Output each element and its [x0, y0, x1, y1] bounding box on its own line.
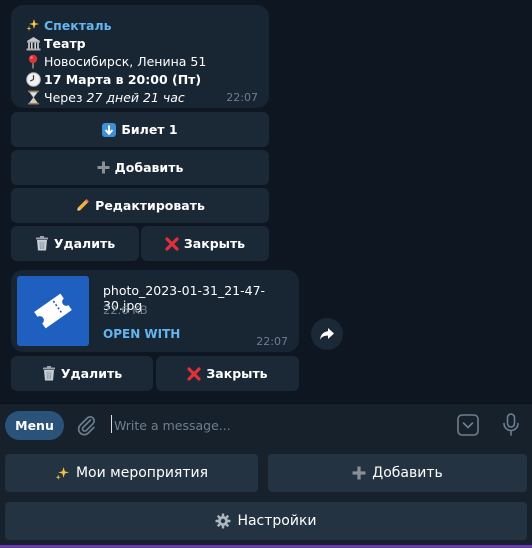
bot-keyboard-toggle-button[interactable] — [456, 413, 480, 437]
hourglass-icon — [25, 90, 41, 105]
reply-add-button[interactable]: Добавить — [268, 454, 527, 492]
ticket-button-label: Билет 1 — [121, 122, 178, 137]
message-input[interactable] — [114, 416, 434, 434]
message-time: 22:07 — [256, 335, 288, 348]
event-place: Театр — [44, 35, 86, 51]
my-events-button-label: Мои мероприятия — [75, 465, 209, 481]
text-cursor — [111, 415, 112, 433]
plus-icon — [97, 161, 110, 174]
gear-icon — [215, 513, 231, 529]
wastebasket-icon — [42, 366, 56, 381]
wastebasket-icon — [35, 236, 49, 251]
close-button-label: Закрыть — [183, 236, 246, 251]
file-close-button[interactable]: Закрыть — [156, 356, 299, 391]
add-button-label: Добавить — [114, 160, 184, 175]
cross-mark-icon — [165, 236, 179, 251]
round-pushpin-icon — [25, 54, 41, 69]
clock-icon — [25, 71, 41, 87]
event-address-line: Новосибирск, Ленина 51 — [25, 52, 206, 70]
edit-button[interactable]: Редактировать — [11, 188, 269, 223]
keyboard-toggle-icon — [457, 414, 479, 436]
event-message-bubble: Спекталь Театр Новосибирск, Ленина 51 17… — [11, 5, 269, 108]
microphone-icon — [503, 413, 519, 436]
event-place-line: Театр — [25, 34, 86, 52]
edit-button-label: Редактировать — [95, 198, 205, 213]
attach-button[interactable] — [75, 414, 97, 436]
close-button[interactable]: Закрыть — [141, 226, 269, 261]
pencil-icon — [75, 198, 90, 213]
file-delete-button[interactable]: Удалить — [11, 356, 153, 391]
share-arrow-icon — [320, 328, 334, 340]
settings-button[interactable]: Настройки — [5, 502, 527, 540]
menu-button[interactable]: Menu — [5, 411, 64, 440]
delete-button[interactable]: Удалить — [11, 226, 139, 261]
cross-mark-icon — [187, 366, 201, 381]
event-title: Спекталь — [44, 17, 112, 33]
event-address: Новосибирск, Ленина 51 — [44, 53, 207, 69]
reply-add-button-label: Добавить — [372, 465, 443, 481]
add-button[interactable]: Добавить — [11, 150, 269, 185]
share-button[interactable] — [311, 318, 343, 350]
ticket-button[interactable]: Билет 1 — [11, 112, 269, 147]
file-close-button-label: Закрыть — [206, 366, 268, 381]
file-thumbnail[interactable] — [17, 276, 89, 346]
delete-button-label: Удалить — [53, 236, 116, 251]
plus-icon — [352, 466, 366, 480]
sparkles-icon — [55, 466, 70, 481]
event-title-line: Спекталь — [25, 16, 112, 34]
voice-record-button[interactable] — [500, 412, 522, 438]
ticket-image-icon — [34, 293, 72, 329]
file-message-bubble: photo_2023-01-31_21-47-30.jpg 22.6 KB OP… — [11, 270, 299, 352]
event-countdown-prefix: Через — [44, 89, 87, 105]
file-size: 22.6 KB — [103, 303, 148, 317]
chat-area: Спекталь Театр Новосибирск, Ленина 51 17… — [0, 0, 532, 403]
settings-button-label: Настройки — [237, 513, 317, 529]
sparkles-icon — [25, 18, 41, 32]
event-countdown-value: 27 дней 21 час — [86, 89, 185, 105]
paperclip-icon — [77, 416, 95, 436]
classical-building-icon — [25, 36, 41, 51]
open-with-link[interactable]: OPEN WITH — [103, 327, 180, 341]
my-events-button[interactable]: Мои мероприятия — [5, 454, 258, 492]
event-countdown-line: Через 27 дней 21 час — [25, 88, 185, 106]
file-delete-button-label: Удалить — [60, 366, 123, 381]
event-datetime-line: 17 Марта в 20:00 (Пт) — [25, 70, 201, 88]
down-arrow-icon — [102, 122, 117, 137]
event-datetime: 17 Марта в 20:00 (Пт) — [44, 71, 202, 87]
message-time: 22:07 — [226, 91, 258, 104]
